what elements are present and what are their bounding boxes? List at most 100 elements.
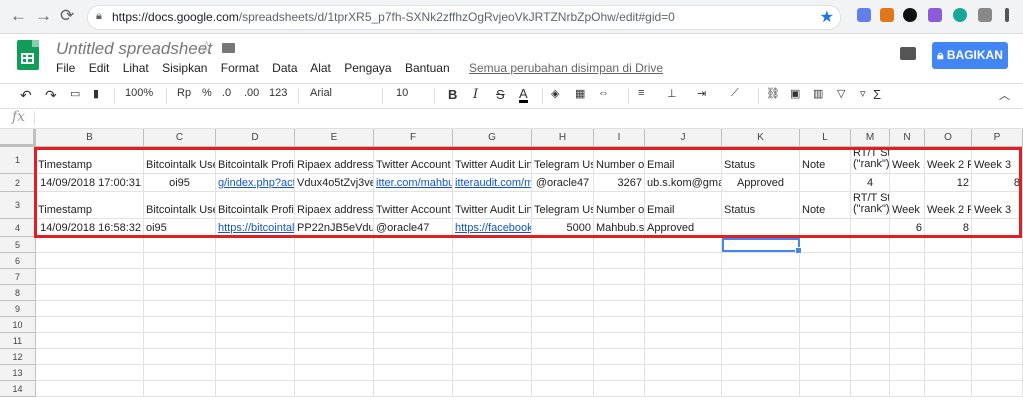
- sheet-cell[interactable]: [453, 333, 532, 349]
- menu-help[interactable]: Bantuan: [405, 61, 450, 75]
- sheet-cell[interactable]: [295, 285, 374, 301]
- menu-format[interactable]: Format: [221, 61, 259, 75]
- star-icon[interactable]: ☆: [199, 38, 214, 58]
- sheet-cell[interactable]: [594, 253, 645, 269]
- sheet-cell[interactable]: [532, 317, 594, 333]
- column-header[interactable]: D: [216, 129, 295, 147]
- sheet-cell[interactable]: [800, 317, 851, 333]
- column-header[interactable]: B: [36, 129, 144, 147]
- sheet-cell[interactable]: [216, 333, 295, 349]
- sheet-cell[interactable]: [800, 269, 851, 285]
- sheet-cell[interactable]: [216, 237, 295, 253]
- s-extension-icon[interactable]: [953, 8, 967, 22]
- sheet-cell[interactable]: [216, 365, 295, 381]
- column-header[interactable]: C: [144, 129, 216, 147]
- sheet-cell[interactable]: [144, 253, 216, 269]
- sheet-cell[interactable]: Week 3: [972, 192, 1023, 219]
- sheet-cell[interactable]: [36, 317, 144, 333]
- sheet-cell[interactable]: [295, 269, 374, 285]
- sheet-cell[interactable]: [925, 317, 972, 333]
- menu-file[interactable]: File: [56, 61, 75, 75]
- sheet-cell[interactable]: [36, 301, 144, 317]
- sheet-cell[interactable]: [890, 365, 925, 381]
- sheet-cell[interactable]: Number of: [594, 147, 645, 174]
- sheet-cell[interactable]: Twitter Account U: [374, 192, 453, 219]
- sheet-cell[interactable]: Timestamp: [36, 147, 144, 174]
- sheet-cell[interactable]: Bitcointalk Profile: [216, 192, 295, 219]
- column-header[interactable]: H: [532, 129, 594, 147]
- sheet-cell[interactable]: [216, 285, 295, 301]
- sheet-cell[interactable]: [645, 269, 722, 285]
- sheet-cell[interactable]: [851, 237, 890, 253]
- sheet-cell[interactable]: Status: [722, 147, 800, 174]
- sheet-cell[interactable]: [453, 269, 532, 285]
- sheet-cell[interactable]: 8: [925, 219, 972, 237]
- row-header[interactable]: 1: [0, 147, 36, 174]
- sheet-cell[interactable]: Note: [800, 192, 851, 219]
- back-icon[interactable]: ←: [10, 6, 27, 26]
- sheet-cell[interactable]: [295, 365, 374, 381]
- sheet-cell[interactable]: [800, 237, 851, 253]
- sheet-cell[interactable]: [36, 365, 144, 381]
- sheet-cell[interactable]: 4: [851, 174, 890, 192]
- sheet-cell[interactable]: Week 3: [972, 147, 1023, 174]
- sheet-cell[interactable]: [295, 237, 374, 253]
- row-header[interactable]: 14: [0, 381, 36, 397]
- sheet-cell[interactable]: [925, 349, 972, 365]
- sheet-cell[interactable]: [800, 219, 851, 237]
- sheet-cell[interactable]: [144, 349, 216, 365]
- sheet-cell[interactable]: [851, 301, 890, 317]
- sheet-cell[interactable]: g/index.php?action: [216, 174, 295, 192]
- sheet-cell[interactable]: [295, 301, 374, 317]
- column-header[interactable]: F: [374, 129, 453, 147]
- selected-cell[interactable]: [722, 238, 802, 254]
- sheet-cell[interactable]: [374, 365, 453, 381]
- sheet-cell[interactable]: Week 2 R: [925, 147, 972, 174]
- sheet-cell[interactable]: [645, 365, 722, 381]
- insert-link-icon[interactable]: ⛓: [766, 87, 780, 100]
- sheet-cell[interactable]: [972, 237, 1023, 253]
- sheet-cell[interactable]: Approved: [645, 219, 722, 237]
- sheet-cell[interactable]: 14/09/2018 17:00:31: [36, 174, 144, 192]
- sheet-cell[interactable]: Email: [645, 147, 722, 174]
- sheet-cell[interactable]: Email: [645, 192, 722, 219]
- sheet-cell[interactable]: [851, 349, 890, 365]
- sheet-cell[interactable]: [722, 381, 800, 397]
- sheet-cell[interactable]: [532, 365, 594, 381]
- row-header[interactable]: 4: [0, 219, 36, 237]
- sheet-cell[interactable]: [453, 317, 532, 333]
- sheet-cell[interactable]: [594, 317, 645, 333]
- sheet-cell[interactable]: [532, 333, 594, 349]
- sheet-cell[interactable]: [374, 301, 453, 317]
- sheet-cell[interactable]: [594, 269, 645, 285]
- column-header[interactable]: I: [594, 129, 645, 147]
- bold-button[interactable]: B: [448, 87, 457, 102]
- font-size-select[interactable]: 10: [396, 87, 408, 99]
- sheet-cell[interactable]: [532, 301, 594, 317]
- menu-tools[interactable]: Alat: [310, 61, 331, 75]
- sheet-cell[interactable]: [722, 219, 800, 237]
- sheet-cell[interactable]: https://bitcointalk: [216, 219, 295, 237]
- sheets-logo-icon[interactable]: [17, 40, 39, 70]
- sheet-cell[interactable]: [890, 381, 925, 397]
- font-family-select[interactable]: Arial: [310, 87, 332, 99]
- row-header[interactable]: 13: [0, 365, 36, 381]
- column-header[interactable]: N: [890, 129, 925, 147]
- sheet-cell[interactable]: itter.com/mahbub: [374, 174, 453, 192]
- sheet-cell[interactable]: [645, 349, 722, 365]
- sheet-cell[interactable]: Mahbub.s.: [594, 219, 645, 237]
- sheet-cell[interactable]: [532, 253, 594, 269]
- sheet-cell[interactable]: [972, 349, 1023, 365]
- sheet-cell[interactable]: Week 2 R: [925, 192, 972, 219]
- sheet-cell[interactable]: [851, 317, 890, 333]
- sheet-cell[interactable]: 8: [972, 174, 1023, 192]
- sheet-cell[interactable]: [295, 381, 374, 397]
- sheet-cell[interactable]: [972, 333, 1023, 349]
- sheet-cell[interactable]: Bitcointalk User: [144, 192, 216, 219]
- sheet-cell[interactable]: oi95: [144, 219, 216, 237]
- sheet-cell[interactable]: 6: [890, 219, 925, 237]
- sheet-cell[interactable]: [216, 317, 295, 333]
- sheet-cell[interactable]: [890, 285, 925, 301]
- sheet-cell[interactable]: [144, 269, 216, 285]
- filter-icon[interactable]: ▽: [837, 87, 845, 100]
